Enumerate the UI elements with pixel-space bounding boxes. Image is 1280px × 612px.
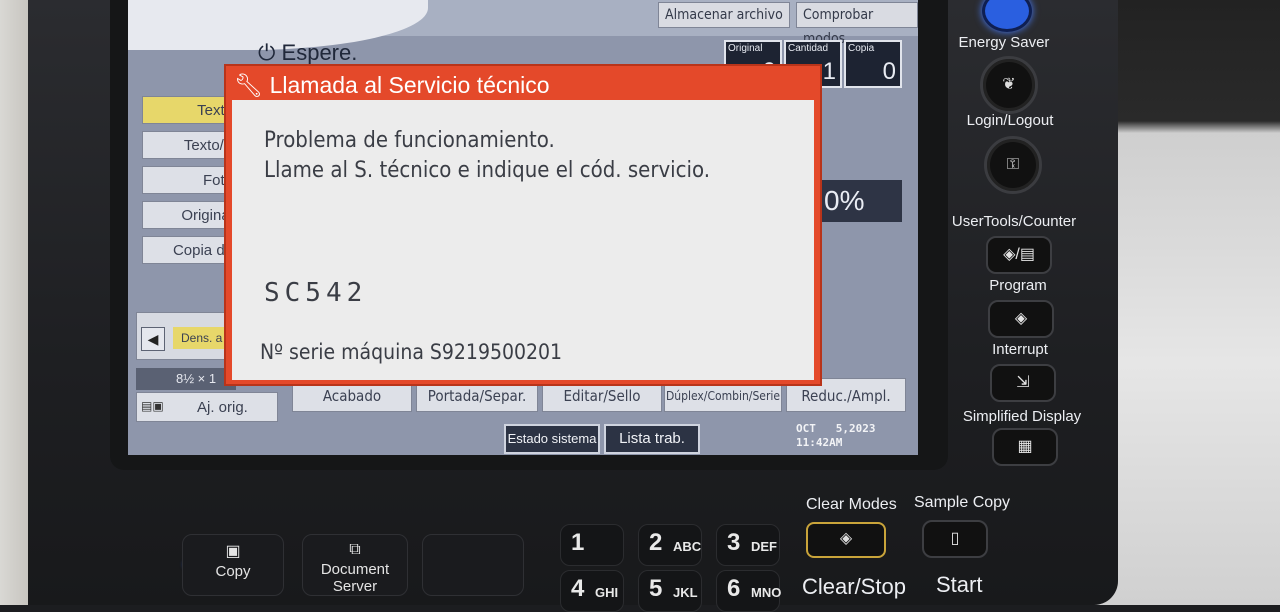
document-server-button[interactable]: ⧉ Document Server bbox=[302, 534, 408, 596]
counter-value: 0 bbox=[882, 58, 896, 85]
counter-label: Cantidad bbox=[788, 43, 829, 54]
keypad-5[interactable]: 5 JKL bbox=[638, 570, 702, 612]
dialog-title: 🔧︎ Llamada al Servicio técnico bbox=[234, 70, 550, 100]
background-room bbox=[1090, 0, 1280, 605]
interrupt-label: Interrupt bbox=[992, 341, 1048, 358]
key-number: 4 bbox=[571, 575, 585, 602]
dialog-message-line: Llame al S. técnico e indique el cód. se… bbox=[264, 158, 711, 183]
energy-saver-button[interactable]: ❦ bbox=[980, 56, 1038, 114]
program-icon: ◈ bbox=[1014, 310, 1028, 327]
clear-modes-icon: ◈ bbox=[839, 530, 853, 547]
keypad-2[interactable]: 2 ABC bbox=[638, 524, 702, 566]
tools-icon: ◈/▤ bbox=[1003, 246, 1035, 263]
system-status-button[interactable]: Estado sistema bbox=[504, 424, 600, 454]
energy-saver-label: Energy Saver bbox=[958, 34, 1050, 51]
program-button[interactable]: ◈ bbox=[988, 300, 1054, 338]
user-tools-label: UserTools/Counter bbox=[951, 213, 1077, 230]
service-call-dialog: 🔧︎ Llamada al Servicio técnico Problema … bbox=[224, 64, 822, 386]
time: 11:42AM bbox=[796, 436, 843, 449]
lcd-screen: Almacenar archivo Comprobar modos ⏻ Espe… bbox=[128, 0, 918, 455]
density-left-arrow-icon[interactable]: ◀ bbox=[141, 327, 165, 351]
clear-modes-button[interactable]: ◈ bbox=[806, 522, 886, 558]
sample-copy-button[interactable]: ▯ bbox=[922, 520, 988, 558]
leaf-icon: ❦ bbox=[1002, 76, 1016, 93]
adjust-original-label: Aj. orig. bbox=[197, 399, 248, 416]
simplified-display-label: Simplified Display bbox=[962, 408, 1082, 425]
date: OCT 5,2023 bbox=[796, 422, 876, 435]
copy-function-button[interactable]: ▣ Copy bbox=[182, 534, 284, 596]
store-file-button[interactable]: Almacenar archivo bbox=[658, 2, 790, 28]
key-letters: ABC bbox=[673, 539, 702, 554]
dialog-title-text: Llamada al Servicio técnico bbox=[269, 72, 550, 98]
counter-label: Original bbox=[728, 43, 763, 54]
clear-modes-label: Clear Modes bbox=[806, 496, 897, 513]
sample-copy-icon: ▯ bbox=[950, 530, 960, 547]
copy-icon: ▣ bbox=[225, 543, 241, 560]
blank-function-button[interactable] bbox=[422, 534, 524, 596]
sample-copy-label: Sample Copy bbox=[914, 494, 1011, 511]
login-logout-label: Login/Logout bbox=[966, 112, 1054, 129]
key-number: 6 bbox=[727, 575, 741, 602]
keypad-6[interactable]: 6 MNO bbox=[716, 570, 782, 612]
dialog-body: Problema de funcionamiento. Llame al S. … bbox=[232, 100, 814, 380]
key-letters: GHI bbox=[595, 585, 619, 600]
status-message-text: Espere. bbox=[281, 40, 358, 65]
key-number: 2 bbox=[649, 529, 663, 556]
interrupt-button[interactable]: ⇲ bbox=[990, 364, 1056, 402]
status-message: ⏻ Espere. bbox=[258, 40, 357, 66]
key-number: 3 bbox=[727, 529, 741, 556]
zoom-percentage: 0% bbox=[818, 180, 902, 222]
key-number: 1 bbox=[571, 529, 585, 556]
power-wait-icon: ⏻ bbox=[258, 40, 276, 65]
simplified-display-button[interactable]: ▦ bbox=[992, 428, 1058, 466]
counter-value: 1 bbox=[822, 58, 836, 85]
key-letters: MNO bbox=[751, 585, 782, 600]
adjust-original-button[interactable]: ▤▣ Aj. orig. bbox=[136, 392, 278, 422]
display-icon: ▦ bbox=[1017, 438, 1033, 455]
check-modes-button[interactable]: Comprobar modos bbox=[796, 2, 918, 47]
start-label[interactable]: Start bbox=[936, 572, 982, 598]
counter-label: Copia bbox=[848, 43, 875, 54]
job-list-button[interactable]: Lista trab. bbox=[604, 424, 700, 454]
service-code: SC542 bbox=[264, 278, 368, 308]
key-number: 5 bbox=[649, 575, 663, 602]
key-letters: DEF bbox=[751, 539, 777, 554]
key-icon: ⚿ bbox=[1006, 156, 1020, 173]
interrupt-icon: ⇲ bbox=[1016, 374, 1030, 391]
dialog-message-line: Problema de funcionamiento. bbox=[264, 128, 555, 153]
key-letters: JKL bbox=[673, 585, 698, 600]
document-server-icon: ⧉ bbox=[349, 541, 361, 558]
wrench-icon: 🔧︎ bbox=[234, 72, 264, 98]
login-logout-button[interactable]: ⚿ bbox=[984, 136, 1042, 194]
user-tools-button[interactable]: ◈/▤ bbox=[986, 236, 1052, 274]
dialog-message: Problema de funcionamiento. Llame al S. … bbox=[264, 126, 710, 186]
clear-stop-label[interactable]: Clear/Stop bbox=[802, 574, 906, 600]
keypad-3[interactable]: 3 DEF bbox=[716, 524, 780, 566]
density-control: ◀ Dens. a bbox=[136, 312, 238, 360]
copy-label: Copy bbox=[215, 563, 251, 580]
copy-counter: Copia 0 bbox=[844, 40, 902, 88]
date-time: OCT 5,2023 11:42AM bbox=[796, 422, 875, 450]
document-server-label: Document Server bbox=[320, 561, 390, 595]
original-icon: ▤▣ bbox=[141, 399, 164, 413]
machine-serial: Nº serie máquina S9219500201 bbox=[260, 340, 563, 364]
keypad-1[interactable]: 1 bbox=[560, 524, 624, 566]
keypad-4[interactable]: 4 GHI bbox=[560, 570, 624, 612]
program-label: Program bbox=[989, 277, 1047, 294]
paper-size: 8½ × 1 bbox=[136, 368, 236, 390]
